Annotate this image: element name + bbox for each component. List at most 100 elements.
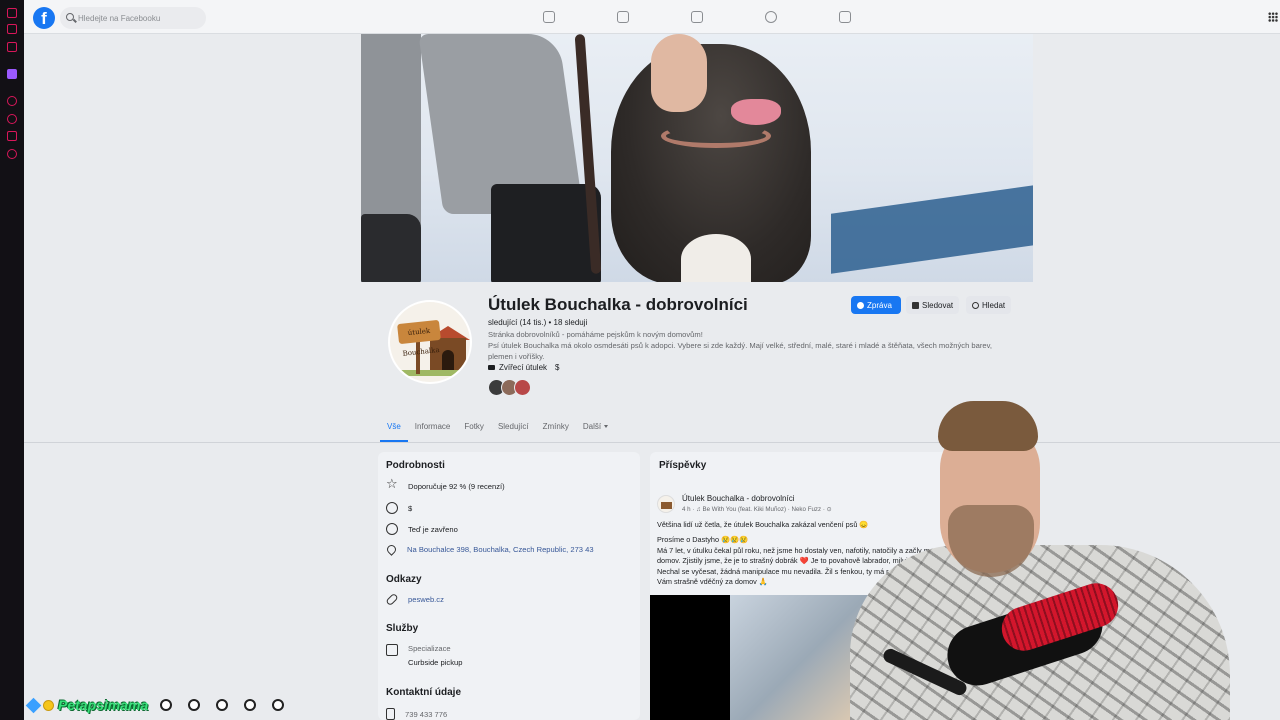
groups-icon[interactable]	[765, 11, 777, 23]
link-icon	[385, 592, 399, 607]
price-range-text: $	[408, 503, 413, 513]
page-title: Útulek Bouchalka - dobrovolníci	[488, 295, 748, 314]
stream-sidebar	[0, 0, 24, 720]
description-line: Psí útulek Bouchalka má okolo osmdesáti …	[488, 341, 992, 361]
links-heading: Odkazy	[386, 574, 422, 585]
clock-icon	[386, 523, 398, 535]
webcam-overlay	[830, 395, 1230, 720]
follower-avatars[interactable]	[488, 379, 531, 396]
hours-text[interactable]: Teď je zavřeno	[408, 525, 458, 534]
details-card: Podrobnosti Doporučuje 92 % (9 recenzí) …	[378, 452, 640, 720]
price-label: $	[555, 363, 560, 372]
category-label[interactable]: Zvířecí útulek	[499, 363, 547, 372]
services-row: Specializace Curbside pickup	[386, 644, 462, 667]
details-heading: Podrobnosti	[386, 460, 445, 471]
location-pin-icon	[385, 543, 398, 556]
dollar-icon	[386, 502, 398, 514]
follow-label: Sledovat	[922, 300, 954, 310]
stop-icon[interactable]	[7, 96, 17, 106]
streamer-name: Petapsimama	[58, 697, 149, 713]
avatar[interactable]	[514, 379, 531, 396]
followers-count[interactable]: sledující (14 tis.) • 18 sleduji	[488, 318, 587, 327]
emote-icon	[272, 699, 284, 711]
post-media-video	[650, 595, 730, 720]
cover-boot	[361, 214, 421, 282]
clock-icon[interactable]	[7, 114, 17, 124]
post-author-avatar[interactable]	[657, 495, 675, 513]
marketplace-icon[interactable]	[691, 11, 703, 23]
star-icon	[386, 477, 398, 492]
recommend-text[interactable]: Doporučuje 92 % (9 recenzí)	[408, 482, 505, 491]
tab-followers[interactable]: Sledující	[491, 414, 536, 442]
address-link[interactable]: Na Bouchalce 398, Bouchalka, Czech Repub…	[407, 545, 594, 554]
settings-icon[interactable]	[7, 149, 17, 159]
search-icon	[66, 13, 74, 21]
profile-picture[interactable]: útulek Bouchalka	[388, 300, 472, 384]
phone-icon	[386, 708, 395, 720]
tab-info[interactable]: Informace	[408, 414, 458, 442]
twitch-icon[interactable]	[7, 69, 17, 79]
price-row: $	[386, 502, 412, 514]
cover-hand	[651, 34, 707, 112]
home-icon[interactable]	[543, 11, 555, 23]
address-row: Na Bouchalce 398, Bouchalka, Czech Repub…	[385, 543, 594, 556]
hours-row: Teď je zavřeno	[386, 523, 458, 535]
follow-button[interactable]: Sledovat	[906, 296, 960, 314]
messenger-icon	[857, 301, 864, 309]
cover-dog-tongue	[731, 99, 781, 125]
alert-icon[interactable]	[7, 8, 17, 18]
tab-all[interactable]: Vše	[380, 414, 408, 442]
video-icon[interactable]	[617, 11, 629, 23]
services-icon	[386, 644, 398, 656]
gaming-icon[interactable]	[839, 11, 851, 23]
phone-number[interactable]: 739 433 776	[405, 710, 447, 719]
cover-dog-chest	[681, 234, 751, 282]
search-input[interactable]	[78, 11, 202, 25]
page-category: Zvířecí útulek $	[488, 363, 559, 372]
emote-icon	[188, 699, 200, 711]
gem-icon	[25, 697, 42, 713]
message-button[interactable]: Zpráva	[851, 296, 901, 314]
website-link[interactable]: pesweb.cz	[408, 595, 444, 604]
emote-icon	[160, 699, 172, 711]
emote-icon	[216, 699, 228, 711]
cover-photo[interactable]	[361, 34, 1033, 282]
webcam-hair	[938, 401, 1038, 451]
page-description: Stránka dobrovolníků - pomáháme pejskům …	[488, 329, 1018, 362]
tab-mentions[interactable]: Zmínky	[536, 414, 576, 442]
post-meta: 4 h · ♫ Be With You (feat. Kiki Muñoz) ·…	[682, 506, 832, 513]
phone-row: 739 433 776	[386, 708, 447, 720]
message-label: Zpráva	[867, 300, 892, 310]
cover-leg	[361, 34, 421, 244]
page-tabs: Vše Informace Fotky Sledující Zmínky Dal…	[380, 414, 615, 442]
video-icon[interactable]	[7, 42, 17, 52]
service-label: Specializace	[408, 644, 451, 653]
search-icon	[972, 301, 979, 309]
search-box[interactable]	[60, 7, 206, 29]
facebook-logo[interactable]: f	[33, 7, 55, 29]
search-page-button[interactable]: Hledat	[966, 296, 1012, 314]
service-value: Curbside pickup	[408, 658, 463, 667]
chevron-down-icon	[604, 425, 609, 429]
services-heading: Služby	[386, 623, 419, 634]
cover-collar	[661, 124, 771, 148]
tab-more[interactable]: Další	[576, 414, 615, 442]
cover-boot	[491, 184, 601, 282]
chat-icon[interactable]	[7, 24, 17, 34]
tab-more-label: Další	[582, 422, 602, 431]
follow-icon	[912, 301, 919, 309]
recommend-row: Doporučuje 92 % (9 recenzí)	[386, 477, 505, 492]
shield-icon[interactable]	[7, 131, 17, 141]
tab-photos[interactable]: Fotky	[457, 414, 491, 442]
logo-ground	[398, 370, 468, 376]
posts-heading: Příspěvky	[659, 460, 707, 471]
post-author[interactable]: Útulek Bouchalka - dobrovolníci	[682, 494, 795, 503]
grid-menu-icon[interactable]	[1268, 12, 1278, 22]
coin-icon	[43, 699, 54, 711]
facebook-topbar: f	[24, 0, 1280, 34]
description-line: Stránka dobrovolníků - pomáháme pejskům …	[488, 330, 703, 339]
logo-door	[442, 350, 454, 370]
category-icon	[488, 365, 495, 370]
cover-water	[831, 184, 1033, 274]
contact-heading: Kontaktní údaje	[386, 687, 462, 698]
